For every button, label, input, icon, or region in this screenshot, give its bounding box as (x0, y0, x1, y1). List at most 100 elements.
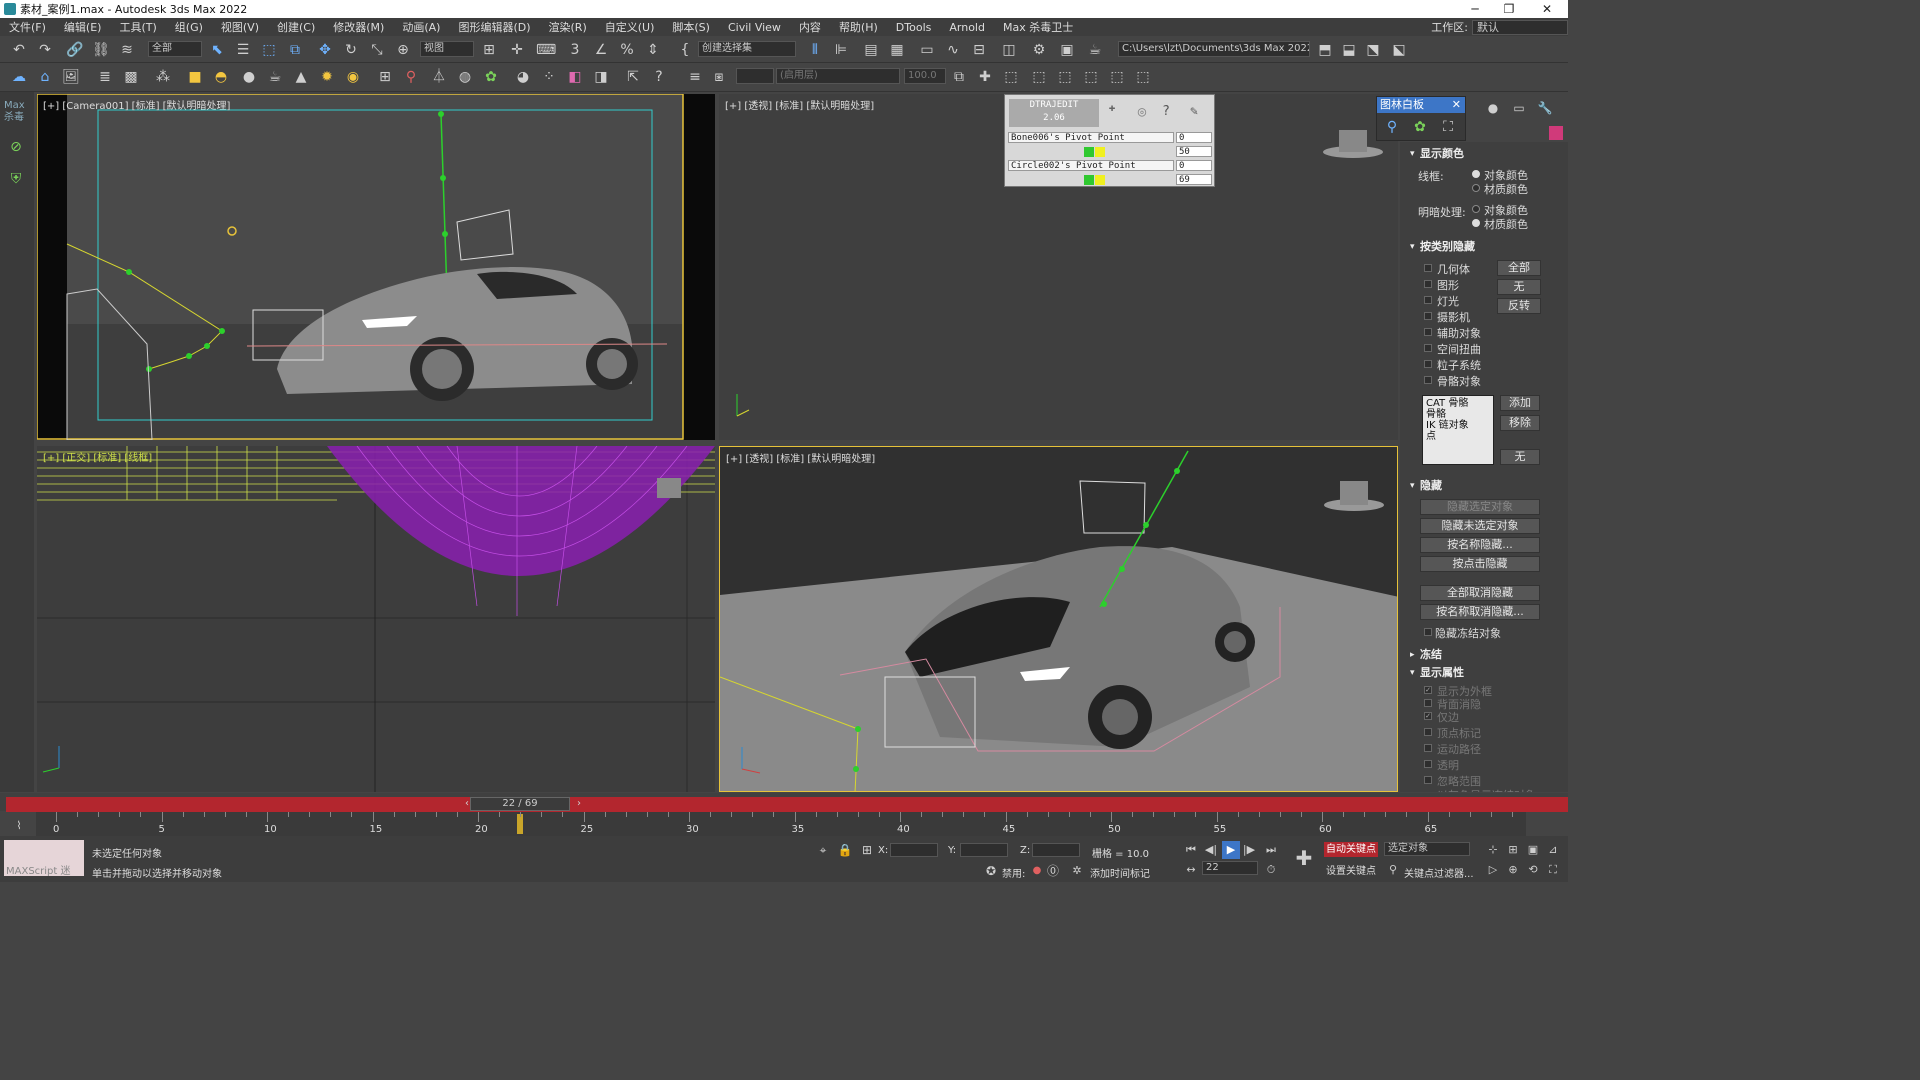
list-remove-button[interactable]: 移除 (1500, 415, 1540, 431)
cloud-icon[interactable]: ☁ (10, 68, 28, 86)
dtraj-circle-green-swatch[interactable] (1084, 175, 1094, 185)
zoom-all-icon[interactable]: ⊞ (1504, 841, 1522, 859)
category-bones-checkbox[interactable] (1424, 376, 1432, 384)
select-rotate-icon[interactable]: ↻ (342, 41, 360, 59)
key-filter-icon[interactable]: ⚲ (1384, 861, 1402, 879)
material-sphere-icon[interactable]: ◕ (514, 68, 532, 86)
layer-explorer-icon[interactable]: ▦ (888, 41, 906, 59)
teapot-icon[interactable]: ☕ (266, 68, 284, 86)
object-props-icon[interactable]: ▩ (122, 68, 140, 86)
category-cameras-checkbox[interactable] (1424, 312, 1432, 320)
camera-viewport-label[interactable]: [+] [Camera001] [标准] [默认明暗处理] (43, 97, 230, 112)
section-freeze[interactable]: 冻结 (1400, 647, 1568, 663)
auto-key-button[interactable]: 自动关键点 (1324, 842, 1378, 857)
menu-edit[interactable]: 编辑(E) (55, 19, 111, 35)
material-editor-icon[interactable]: ◫ (1000, 41, 1018, 59)
menu-content[interactable]: 内容 (790, 19, 830, 35)
zoom-icon[interactable]: ⊹ (1484, 841, 1502, 859)
render-production-icon[interactable]: ☕ (1086, 41, 1104, 59)
prop-vertex-ticks-checkbox[interactable] (1424, 728, 1432, 736)
menu-help[interactable]: 帮助(H) (830, 19, 887, 35)
menu-customize[interactable]: 自定义(U) (596, 19, 664, 35)
selection-filter-dropdown[interactable]: 全部 (148, 41, 202, 57)
globe-icon[interactable]: ◍ (456, 68, 474, 86)
export-icon[interactable]: ⇱ (624, 68, 642, 86)
category-space-warps-checkbox[interactable] (1424, 344, 1432, 352)
lock-icon[interactable]: 🔒 (836, 841, 854, 859)
workspace-dropdown[interactable]: 默认 (1472, 19, 1568, 35)
time-tag-icon[interactable]: ✲ (1068, 862, 1086, 880)
monitor-tab-icon[interactable]: ▭ (1510, 99, 1528, 117)
select-manipulate-icon[interactable]: ✛ (508, 41, 526, 59)
prop-trajectory-checkbox[interactable] (1424, 744, 1432, 752)
category-invert-button[interactable]: 反转 (1497, 298, 1541, 314)
category-shapes-checkbox[interactable] (1424, 280, 1432, 288)
category-particles-checkbox[interactable] (1424, 360, 1432, 368)
prop-ignore-extents-checkbox[interactable] (1424, 776, 1432, 784)
x-coord-field[interactable] (890, 843, 938, 857)
menu-rendering[interactable]: 渲染(R) (540, 19, 596, 35)
menu-views[interactable]: 视图(V) (212, 19, 268, 35)
maxscript-listener[interactable]: MAXScript 迷 (4, 840, 84, 877)
go-to-start-icon[interactable]: ⏮ (1182, 841, 1200, 859)
dtraj-row-circle-start[interactable]: 0 (1176, 160, 1212, 171)
prop-see-through-checkbox[interactable] (1424, 760, 1432, 768)
schematic-expand-icon[interactable]: ⛶ (1439, 118, 1457, 136)
play-icon[interactable]: ▶ (1222, 841, 1240, 859)
home-icon[interactable]: ⌂ (36, 68, 54, 86)
help-icon[interactable]: ? (650, 68, 668, 86)
layer-icon[interactable]: ≣ (96, 68, 114, 86)
layer-tool-6-icon[interactable]: ⬚ (1134, 68, 1152, 86)
top-perspective-label[interactable]: [+] [透视] [标准] [默认明暗处理] (725, 97, 874, 112)
dtraj-row-bone-start[interactable]: 0 (1176, 132, 1212, 143)
layer-dropdown[interactable]: (启用层) (776, 68, 900, 84)
sun-icon[interactable]: ✹ (318, 68, 336, 86)
menu-create[interactable]: 创建(C) (268, 19, 324, 35)
render-icon[interactable]: ◨ (592, 68, 610, 86)
keyboard-shortcut-icon[interactable]: ⌨ (536, 41, 556, 59)
unlink-icon[interactable]: ⛓ (92, 41, 110, 59)
angle-snap-icon[interactable]: ∠ (592, 41, 610, 59)
palette-icon[interactable]: ⁘ (540, 68, 558, 86)
scan-icon[interactable]: ⊘ (7, 138, 25, 156)
select-place-icon[interactable]: ⊕ (394, 41, 412, 59)
unhide-all-button[interactable]: 全部取消隐藏 (1420, 585, 1540, 601)
camera-viewport[interactable]: [+] [Camera001] [标准] [默认明暗处理] (37, 94, 715, 440)
hide-by-hit-button[interactable]: 按点击隐藏 (1420, 556, 1540, 572)
add-time-tag[interactable]: 添加时间标记 (1090, 865, 1150, 880)
mini-curve-editor-icon[interactable]: ⌇ (10, 817, 28, 835)
plus-layer-icon[interactable]: ✚ (976, 68, 994, 86)
layer-tool-1-icon[interactable]: ⬚ (1002, 68, 1020, 86)
select-object-icon[interactable]: ⬉ (208, 41, 226, 59)
prop-display-as-box-checkbox[interactable]: ✓ (1424, 686, 1432, 694)
project-settings-icon[interactable]: ⬔ (1364, 41, 1382, 59)
hide-unselected-button[interactable]: 隐藏未选定对象 (1420, 518, 1540, 534)
display-tab-icon[interactable]: ● (1484, 99, 1502, 117)
section-display-properties[interactable]: 显示属性 (1400, 665, 1568, 681)
scene-explorer-icon[interactable]: ▤ (862, 41, 880, 59)
dtraj-plus-icon[interactable]: ✚ (1103, 99, 1121, 117)
window-crossing-icon[interactable]: ⧉ (286, 41, 304, 59)
track-bar[interactable]: 0 5 10 15 20 25 30 35 40 45 50 55 60 65 (36, 812, 1526, 836)
schematic-close-button[interactable]: ✕ (1452, 97, 1461, 113)
next-frame-icon[interactable]: |▶ (1240, 841, 1258, 859)
dtraj-eye-icon[interactable]: ◎ (1133, 103, 1151, 121)
stack-icon[interactable]: ⧉ (950, 68, 968, 86)
time-slider[interactable]: 22 / 69 (470, 797, 570, 811)
dtraj-bone-yellow-swatch[interactable] (1095, 147, 1105, 157)
menu-group[interactable]: 组(G) (166, 19, 212, 35)
shield-icon[interactable]: ⛨ (7, 170, 25, 188)
menu-tools[interactable]: 工具(T) (110, 19, 165, 35)
rect-selection-icon[interactable]: ⬚ (260, 41, 278, 59)
select-scale-icon[interactable]: ⤡ (368, 41, 386, 59)
list-item[interactable]: CAT 骨骼 (1426, 398, 1490, 409)
pyramid-icon[interactable]: ▲ (292, 68, 310, 86)
percent-field[interactable]: 100.0 (904, 68, 946, 84)
object-color-swatch[interactable] (1549, 126, 1563, 140)
layer-color-field[interactable] (736, 68, 774, 84)
previous-frame-icon[interactable]: ◀| (1202, 841, 1220, 859)
list-add-button[interactable]: 添加 (1500, 395, 1540, 411)
key-mode-icon[interactable]: ↔ (1182, 861, 1200, 879)
dtraj-row-bone-end[interactable]: 50 (1176, 146, 1212, 157)
link-icon[interactable]: 🔗 (66, 41, 84, 59)
